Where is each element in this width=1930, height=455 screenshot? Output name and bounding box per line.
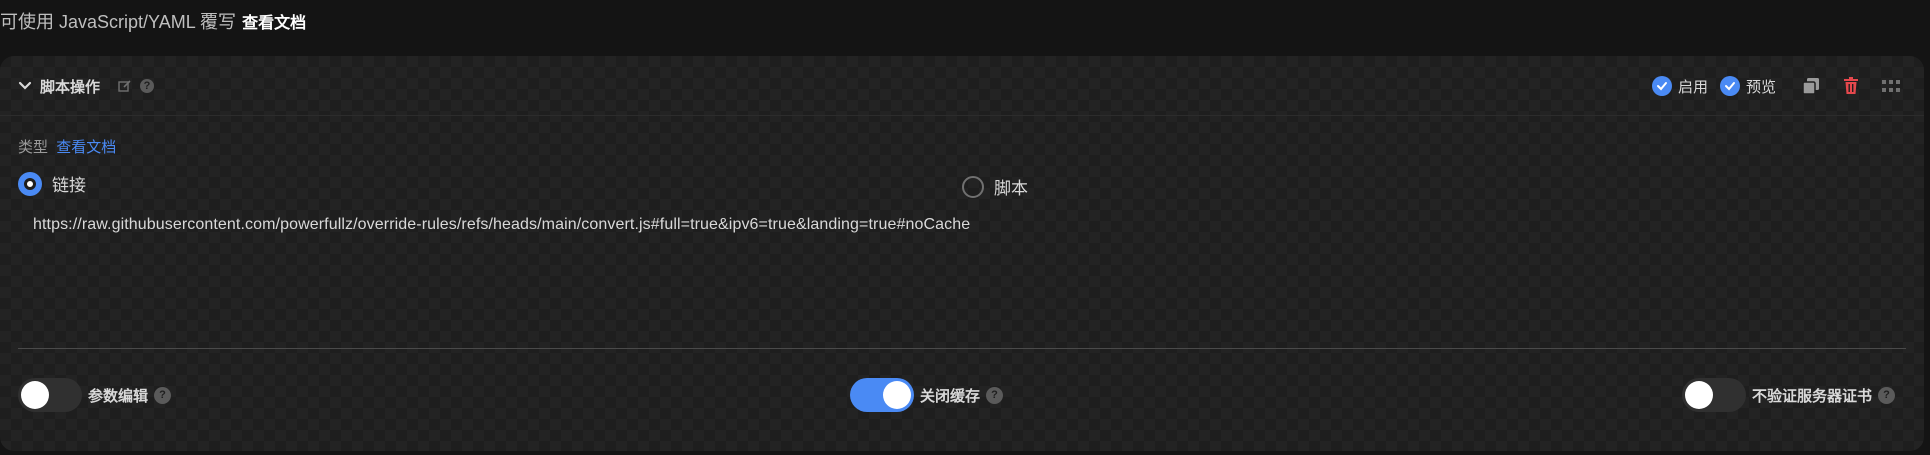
param-edit-label: 参数编辑: [88, 387, 149, 405]
trash-icon[interactable]: [1840, 75, 1862, 97]
toggle-skip-cert-verify[interactable]: 不验证服务器证书 ?: [1682, 378, 1896, 412]
card-header-actions: 启用 预览: [1651, 75, 1902, 97]
help-icon[interactable]: ?: [154, 386, 172, 404]
toggle-param-edit[interactable]: 参数编辑 ?: [18, 378, 172, 412]
help-icon[interactable]: ?: [140, 79, 155, 93]
disable-cache-label: 关闭缓存: [920, 387, 981, 405]
param-edit-switch[interactable]: [18, 378, 82, 412]
drag-grid-icon[interactable]: [1880, 75, 1902, 97]
script-url-field[interactable]: https://raw.githubusercontent.com/powerf…: [33, 216, 970, 234]
preview-check-icon[interactable]: [1719, 76, 1740, 96]
radio-unselected-icon[interactable]: [962, 175, 984, 198]
type-doc-link[interactable]: 查看文档: [56, 139, 116, 156]
radio-link-label[interactable]: 链接: [52, 171, 86, 196]
help-icon[interactable]: ?: [1878, 386, 1896, 404]
card-header-left: 脚本操作 ?: [18, 76, 155, 96]
type-label: 类型: [18, 139, 49, 156]
edit-icon[interactable]: [118, 79, 132, 93]
skip-cert-verify-label: 不验证服务器证书: [1752, 387, 1873, 405]
disable-cache-switch[interactable]: [850, 378, 914, 412]
help-icon[interactable]: ?: [986, 386, 1004, 404]
chevron-down-icon[interactable]: [18, 79, 32, 93]
copy-icon[interactable]: [1800, 75, 1822, 97]
script-operation-card: 脚本操作 ? 启用 预览 类型 查看文档 链接 脚本 https://raw.g…: [0, 56, 1924, 451]
enable-check-icon[interactable]: [1651, 76, 1672, 96]
radio-selected-icon[interactable]: [18, 171, 42, 196]
radio-option-link[interactable]: 链接: [18, 171, 86, 196]
card-header: 脚本操作 ? 启用 预览: [0, 56, 1924, 116]
skip-cert-verify-switch[interactable]: [1682, 378, 1746, 412]
override-hint-text: 可使用 JavaScript/YAML 覆写: [0, 12, 237, 32]
divider: [18, 348, 1906, 349]
toggle-disable-cache[interactable]: 关闭缓存 ?: [850, 378, 1004, 412]
radio-script-label[interactable]: 脚本: [994, 174, 1028, 199]
override-hint: 可使用 JavaScript/YAML 覆写 查看文档: [0, 10, 306, 32]
enable-label[interactable]: 启用: [1678, 76, 1708, 97]
card-title: 脚本操作: [40, 78, 101, 96]
preview-label[interactable]: 预览: [1746, 76, 1776, 97]
radio-option-script[interactable]: 脚本: [962, 174, 1028, 199]
top-doc-link[interactable]: 查看文档: [242, 9, 306, 33]
type-row: 类型 查看文档: [18, 136, 116, 157]
